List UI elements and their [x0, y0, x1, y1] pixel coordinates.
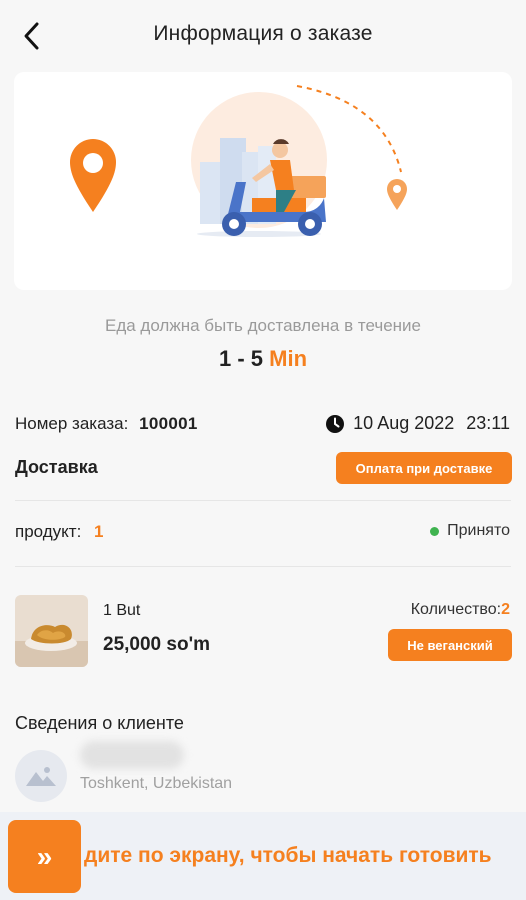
fried-chicken-photo — [15, 595, 88, 667]
swipe-instruction: дите по экрану, чтобы начать готовить — [84, 844, 492, 867]
quantity-label: Количество: — [410, 601, 502, 618]
swipe-handle[interactable]: » — [8, 820, 81, 893]
product-count: продукт: 1 — [15, 522, 104, 542]
order-status: Принято — [430, 522, 510, 540]
status-badge: Принято — [447, 522, 510, 539]
product-count-label: продукт: — [15, 522, 82, 541]
location-pin-small-icon — [387, 179, 407, 210]
delivery-hero-card — [14, 72, 512, 290]
status-dot-icon — [430, 526, 440, 536]
product-thumbnail — [15, 595, 88, 667]
eta-range: 1 - 5 — [218, 346, 263, 371]
client-name-redacted — [80, 741, 184, 769]
divider — [15, 500, 511, 501]
order-datetime: 10 Aug 2022 23:11 — [325, 413, 510, 434]
order-number-label: Номер заказа: — [15, 414, 129, 433]
product-quantity: Количество:2 — [411, 601, 510, 619]
app-header: Информация о заказе — [0, 0, 526, 70]
client-section-title: Сведения о клиенте — [15, 713, 184, 733]
eta-caption: Еда должна быть доставлена в течение — [104, 316, 421, 335]
order-number: Номер заказа: 100001 — [15, 414, 198, 434]
order-time: 23:11 — [466, 413, 510, 433]
divider — [15, 566, 511, 567]
location-pin-icon — [70, 139, 116, 212]
eta-value: 1 - 5 Min — [0, 346, 526, 372]
quantity-value: 2 — [501, 601, 510, 618]
order-type: Доставка — [15, 457, 98, 477]
product-count-value: 1 — [94, 522, 104, 541]
non-vegan-badge: Не веганский — [388, 629, 512, 661]
order-number-value: 100001 — [139, 414, 198, 433]
eta-unit: Min — [269, 346, 308, 371]
double-chevron-right-icon: » — [36, 840, 53, 872]
clock-icon — [326, 414, 345, 433]
payment-method-badge: Оплата при доставке — [336, 452, 512, 484]
delivery-scooter-illustration — [70, 85, 407, 237]
page-title: Информация о заказе — [153, 22, 373, 45]
avatar — [15, 750, 67, 802]
image-placeholder-icon — [26, 767, 56, 786]
product-name: 1 But — [103, 602, 141, 619]
product-price: 25,000 so'm — [103, 634, 210, 655]
order-date: 10 Aug 2022 — [353, 413, 455, 433]
client-location: Toshkent, Uzbekistan — [80, 775, 233, 792]
